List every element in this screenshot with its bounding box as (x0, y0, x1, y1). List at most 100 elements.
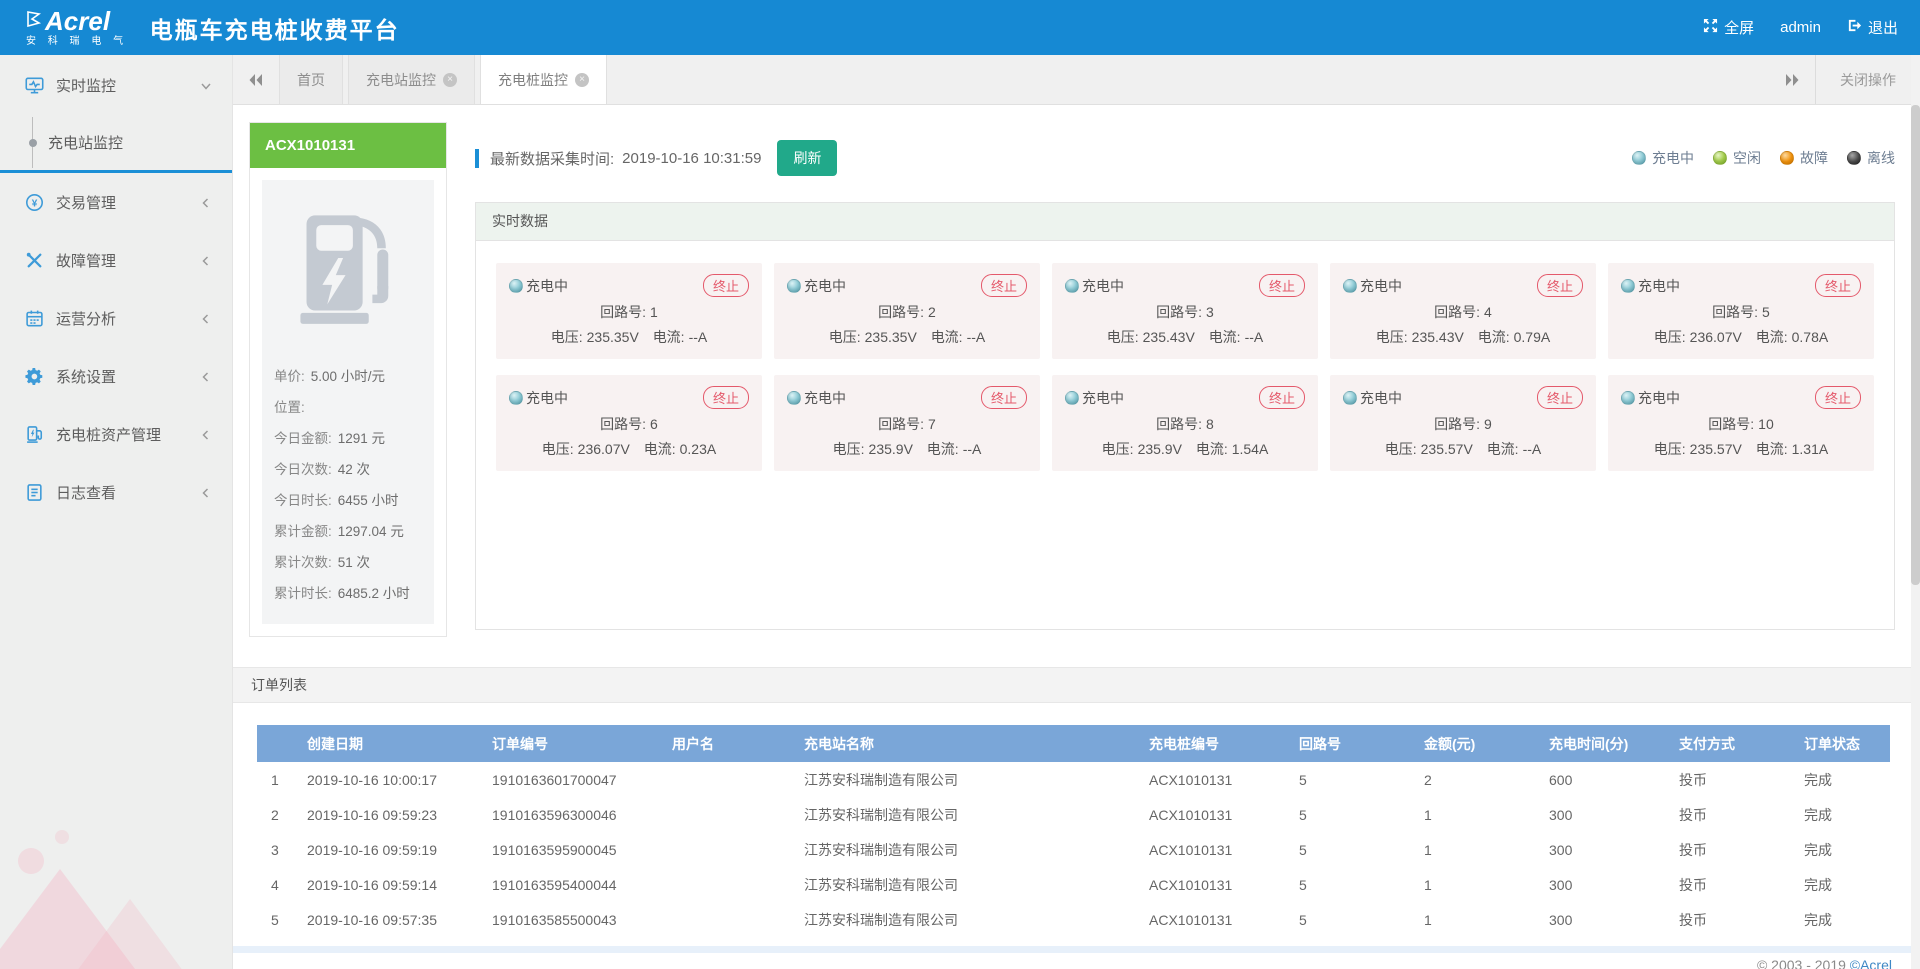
sidebar-item-faults[interactable]: 故障管理 (0, 231, 232, 289)
logout-label: 退出 (1868, 17, 1898, 38)
card-status-label: 充电中 (526, 388, 568, 408)
table-row[interactable]: 52019-10-16 09:57:351910163585500043江苏安科… (257, 902, 1890, 937)
table-cell: 300 (1539, 867, 1669, 902)
offline-dot-icon (1847, 151, 1861, 165)
voltage-value: 235.43V (1412, 329, 1464, 345)
card-status-label: 充电中 (526, 276, 568, 296)
table-cell (662, 762, 794, 797)
refresh-button[interactable]: 刷新 (777, 140, 837, 176)
tabs-scroll-right-button[interactable] (1769, 55, 1815, 104)
table-cell: 5 (1289, 762, 1414, 797)
logout-button[interactable]: 退出 (1847, 17, 1898, 38)
table-cell: 2019-10-16 09:59:19 (297, 832, 482, 867)
scrollbar-thumb[interactable] (1911, 105, 1920, 585)
stop-button[interactable]: 终止 (981, 386, 1027, 409)
legend-label: 离线 (1867, 148, 1895, 168)
tools-icon (25, 251, 44, 270)
charging-dot-icon (787, 279, 801, 293)
sidebar-item-station-monitor[interactable]: 充电站监控 (0, 115, 232, 170)
stop-button[interactable]: 终止 (1537, 386, 1583, 409)
stop-button[interactable]: 终止 (1815, 274, 1861, 297)
table-row[interactable]: 12019-10-16 10:00:171910163601700047江苏安科… (257, 762, 1890, 797)
charging-station-icon (274, 208, 422, 335)
current-value: 0.78A (1792, 329, 1829, 345)
row-index-header (257, 725, 297, 762)
brand-link[interactable]: ©Acrel (1850, 957, 1892, 969)
sidebar-item-realtime-monitor[interactable]: 实时监控 (0, 55, 232, 115)
main-content: ACX1010131 (233, 105, 1920, 969)
tab-home[interactable]: 首页 (279, 55, 343, 104)
close-icon[interactable]: × (443, 73, 457, 87)
stop-button[interactable]: 终止 (1815, 386, 1861, 409)
logo-subtext: 安 科 瑞 电 气 (26, 37, 128, 47)
table-row[interactable]: 42019-10-16 09:59:141910163595400044江苏安科… (257, 867, 1890, 902)
stat-label: 位置: (274, 392, 305, 423)
realtime-data-panel: 实时数据 充电中 终止 回路号:1 电压:235.35V 电流:--A 充电中 … (475, 202, 1895, 630)
table-cell: 完成 (1794, 832, 1890, 867)
tab-station-monitor[interactable]: 充电站监控 × (348, 55, 475, 104)
sidebar-item-transactions[interactable]: ¥ 交易管理 (0, 173, 232, 231)
monitor-icon (25, 76, 44, 95)
circuit-card: 充电中 终止 回路号:3 电压:235.43V 电流:--A (1052, 263, 1318, 359)
chevron-left-icon (200, 370, 212, 382)
stop-button[interactable]: 终止 (703, 386, 749, 409)
circuit-label: 回路号: (878, 304, 924, 320)
stop-button[interactable]: 终止 (1259, 386, 1305, 409)
close-operations-label: 关闭操作 (1840, 70, 1896, 90)
sidebar-item-logs[interactable]: 日志查看 (0, 463, 232, 521)
sidebar-item-analysis[interactable]: 运营分析 (0, 289, 232, 347)
stop-button[interactable]: 终止 (1259, 274, 1305, 297)
circuit-card: 充电中 终止 回路号:4 电压:235.43V 电流:0.79A (1330, 263, 1596, 359)
pile-id: ACX1010131 (250, 123, 446, 168)
fullscreen-button[interactable]: 全屏 (1703, 17, 1754, 38)
table-cell: 1910163595900045 (482, 832, 662, 867)
orders-column-header: 订单状态 (1794, 725, 1890, 762)
table-cell: 5 (1289, 797, 1414, 832)
close-icon[interactable]: × (575, 73, 589, 87)
page-footer: © 2003 - 2019 ©Acrel (233, 953, 1920, 969)
fullscreen-label: 全屏 (1724, 17, 1754, 38)
circuit-label: 回路号: (1712, 304, 1758, 320)
stop-button[interactable]: 终止 (981, 274, 1027, 297)
sidebar: 实时监控 充电站监控 ¥ 交易管理 故障管理 (0, 55, 233, 969)
table-cell: 江苏安科瑞制造有限公司 (794, 797, 1139, 832)
sidebar-item-label: 充电桩资产管理 (56, 424, 200, 445)
tabs-scroll-left-button[interactable] (233, 55, 279, 104)
vertical-scrollbar[interactable] (1911, 55, 1920, 969)
row-index: 4 (257, 867, 297, 902)
stat-value: 1297.04 元 (338, 516, 404, 547)
pile-info-panel: ACX1010131 (249, 122, 447, 637)
stop-button[interactable]: 终止 (703, 274, 749, 297)
username: admin (1780, 19, 1821, 36)
current-value: 0.79A (1514, 329, 1551, 345)
circuit-value: 10 (1758, 416, 1774, 432)
chevron-left-icon (200, 486, 212, 498)
user-menu[interactable]: admin (1780, 19, 1821, 36)
acrel-logo: Acrel 安 科 瑞 电 气 (26, 8, 128, 47)
collect-time-label: 最新数据采集时间: (490, 148, 614, 169)
circuit-card: 充电中 终止 回路号:6 电压:236.07V 电流:0.23A (496, 375, 762, 471)
table-row[interactable]: 32019-10-16 09:59:191910163595900045江苏安科… (257, 832, 1890, 867)
stop-button[interactable]: 终止 (1537, 274, 1583, 297)
table-cell: 江苏安科瑞制造有限公司 (794, 902, 1139, 937)
legend-label: 空闲 (1733, 148, 1761, 168)
stat-label: 今日次数: (274, 454, 332, 485)
sidebar-item-label: 日志查看 (56, 482, 200, 503)
close-operations-button[interactable]: 关闭操作 (1815, 55, 1920, 104)
charging-dot-icon (1065, 391, 1079, 405)
table-cell (662, 902, 794, 937)
orders-column-header: 创建日期 (297, 725, 482, 762)
circuit-value: 2 (928, 304, 936, 320)
stat-value: 51 次 (338, 547, 370, 578)
tab-pile-monitor[interactable]: 充电桩监控 × (480, 55, 607, 104)
table-row[interactable]: 22019-10-16 09:59:231910163596300046江苏安科… (257, 797, 1890, 832)
sidebar-item-settings[interactable]: 系统设置 (0, 347, 232, 405)
table-cell: 投币 (1669, 832, 1794, 867)
sidebar-item-pile-assets[interactable]: 充电桩资产管理 (0, 405, 232, 463)
table-cell: 1 (1414, 832, 1539, 867)
table-cell: 完成 (1794, 762, 1890, 797)
table-cell: ACX1010131 (1139, 762, 1289, 797)
pagination-strip[interactable] (233, 946, 1920, 953)
chevron-down-icon (200, 79, 212, 91)
circuit-label: 回路号: (600, 416, 646, 432)
